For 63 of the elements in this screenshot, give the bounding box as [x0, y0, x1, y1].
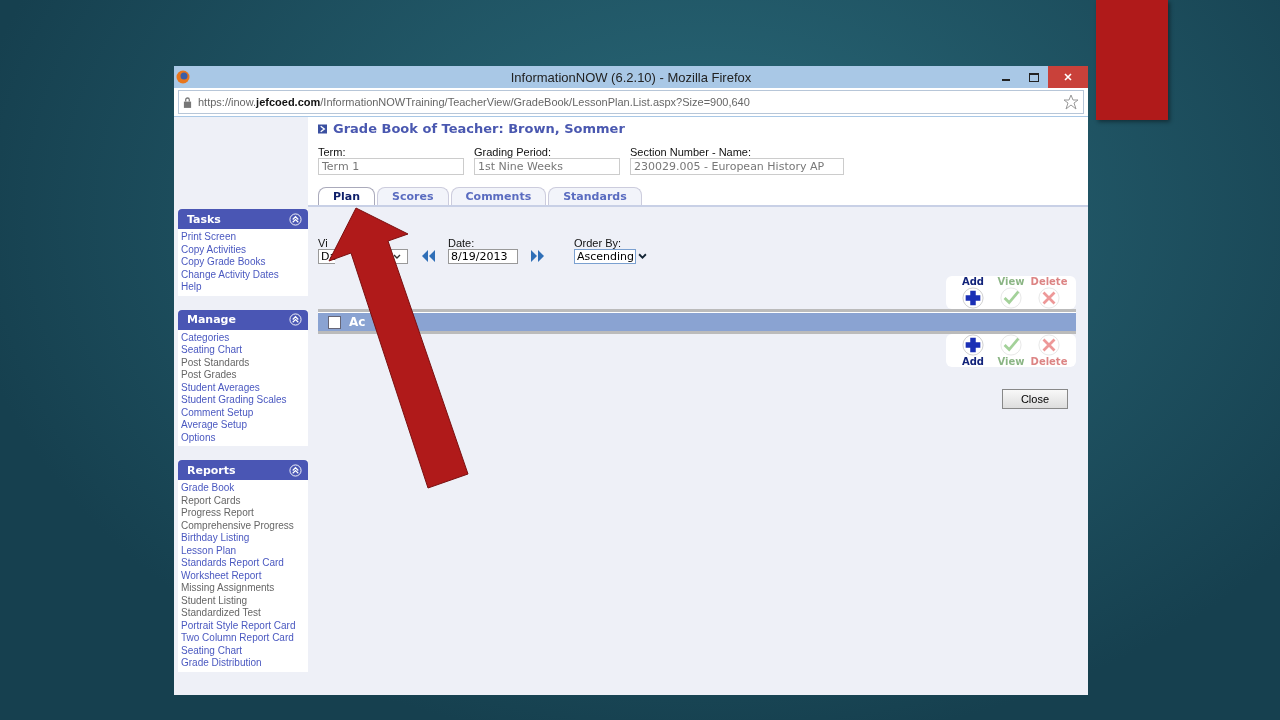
sidebar-link[interactable]: Two Column Report Card — [181, 632, 305, 645]
field-label: Date: — [448, 237, 476, 249]
sidebar-link[interactable]: Options — [181, 431, 305, 444]
sidebar-link[interactable]: Print Screen — [181, 231, 305, 244]
collapse-icon[interactable] — [289, 313, 302, 326]
sidebar-link[interactable]: Grade Distribution — [181, 657, 305, 670]
sidebar-link[interactable]: Change Activity Dates — [181, 268, 305, 281]
sidebar-link[interactable]: Copy Grade Books — [181, 256, 305, 269]
field-label: Grading Period: — [474, 146, 553, 158]
sidebar-link[interactable]: Help — [181, 281, 305, 294]
lock-icon — [183, 96, 192, 108]
next-date-icon[interactable] — [530, 249, 546, 263]
checkmark-icon[interactable] — [1000, 287, 1022, 309]
sidebar-link[interactable]: Birthday Listing — [181, 532, 305, 545]
window-title: InformationNOW (6.2.10) - Mozilla Firefox — [510, 69, 752, 85]
sidebar-link[interactable]: Student Averages — [181, 381, 305, 394]
sidebar-link[interactable]: Average Setup — [181, 419, 305, 432]
field-label: Order By: — [574, 237, 623, 249]
sidebar-link[interactable]: Portrait Style Report Card — [181, 619, 305, 632]
panel-header[interactable]: Manage — [178, 309, 308, 330]
field-label: Vi — [318, 237, 329, 249]
sidebar-link[interactable]: Copy Activities — [181, 243, 305, 256]
action-label[interactable]: Add — [961, 356, 985, 367]
tab[interactable]: Plan — [318, 187, 376, 205]
sidebar-link[interactable]: Comment Setup — [181, 406, 305, 419]
panel-header[interactable]: Reports — [178, 460, 308, 480]
field-label: Section Number - Name: — [630, 146, 753, 158]
order-dropdown[interactable]: Ascending — [574, 249, 636, 264]
sidebar-link[interactable]: Student Grading Scales — [181, 394, 305, 407]
bookmark-star-icon[interactable] — [1063, 94, 1079, 110]
plus-icon[interactable] — [962, 334, 984, 356]
sidebar-link[interactable]: Grade Book — [181, 482, 305, 495]
address-bar[interactable]: https://inow.jefcoed.com/InformationNOWTraining/TeacherView/GradeBook/LessonPlan.List.aspx?Size=900,640 — [178, 90, 1084, 114]
previous-date-icon[interactable] — [420, 249, 436, 263]
sidebar-link[interactable]: Seating Chart — [181, 644, 305, 657]
panel-header[interactable]: Tasks — [178, 209, 308, 229]
sidebar-link[interactable]: Standards Report Card — [181, 557, 305, 570]
select-all-checkbox[interactable] — [328, 315, 341, 329]
sidebar-link[interactable]: Worksheet Report — [181, 569, 305, 582]
sidebar-link[interactable]: Lesson Plan — [181, 544, 305, 557]
readonly-field: 1st Nine Weeks — [474, 158, 620, 175]
sidebar-link[interactable]: Seating Chart — [181, 344, 305, 357]
sidebar-link[interactable]: Categories — [181, 331, 305, 344]
chevron-icon — [318, 123, 327, 134]
url-text: https://inow.jefcoed.com/InformationNOWTraining/TeacherView/GradeBook/LessonPlan.List.aspx?Size=900,640 — [198, 96, 750, 108]
page-title: Grade Book of Teacher: Brown, Sommer — [333, 121, 625, 136]
tab[interactable]: Standards — [548, 187, 642, 205]
field-label: Term: — [318, 146, 347, 158]
readonly-field: 230029.005 - European History AP — [630, 158, 844, 175]
action-label[interactable]: Add — [961, 276, 985, 287]
collapse-icon[interactable] — [289, 212, 302, 226]
close-button[interactable]: Close — [1001, 389, 1068, 409]
tab[interactable]: Scores — [377, 187, 449, 205]
column-header: Ac — [349, 315, 366, 329]
dropdown-caret-icon[interactable] — [638, 253, 647, 260]
checkmark-icon[interactable] — [1000, 334, 1022, 356]
close-icon[interactable] — [1063, 72, 1073, 82]
collapse-icon[interactable] — [289, 463, 302, 477]
browser-logo-icon — [176, 70, 190, 84]
readonly-field: Term 1 — [318, 158, 464, 175]
tab[interactable]: Comments — [450, 187, 547, 205]
plus-icon[interactable] — [962, 287, 984, 309]
date-field[interactable]: 8/19/2013 — [448, 249, 518, 264]
